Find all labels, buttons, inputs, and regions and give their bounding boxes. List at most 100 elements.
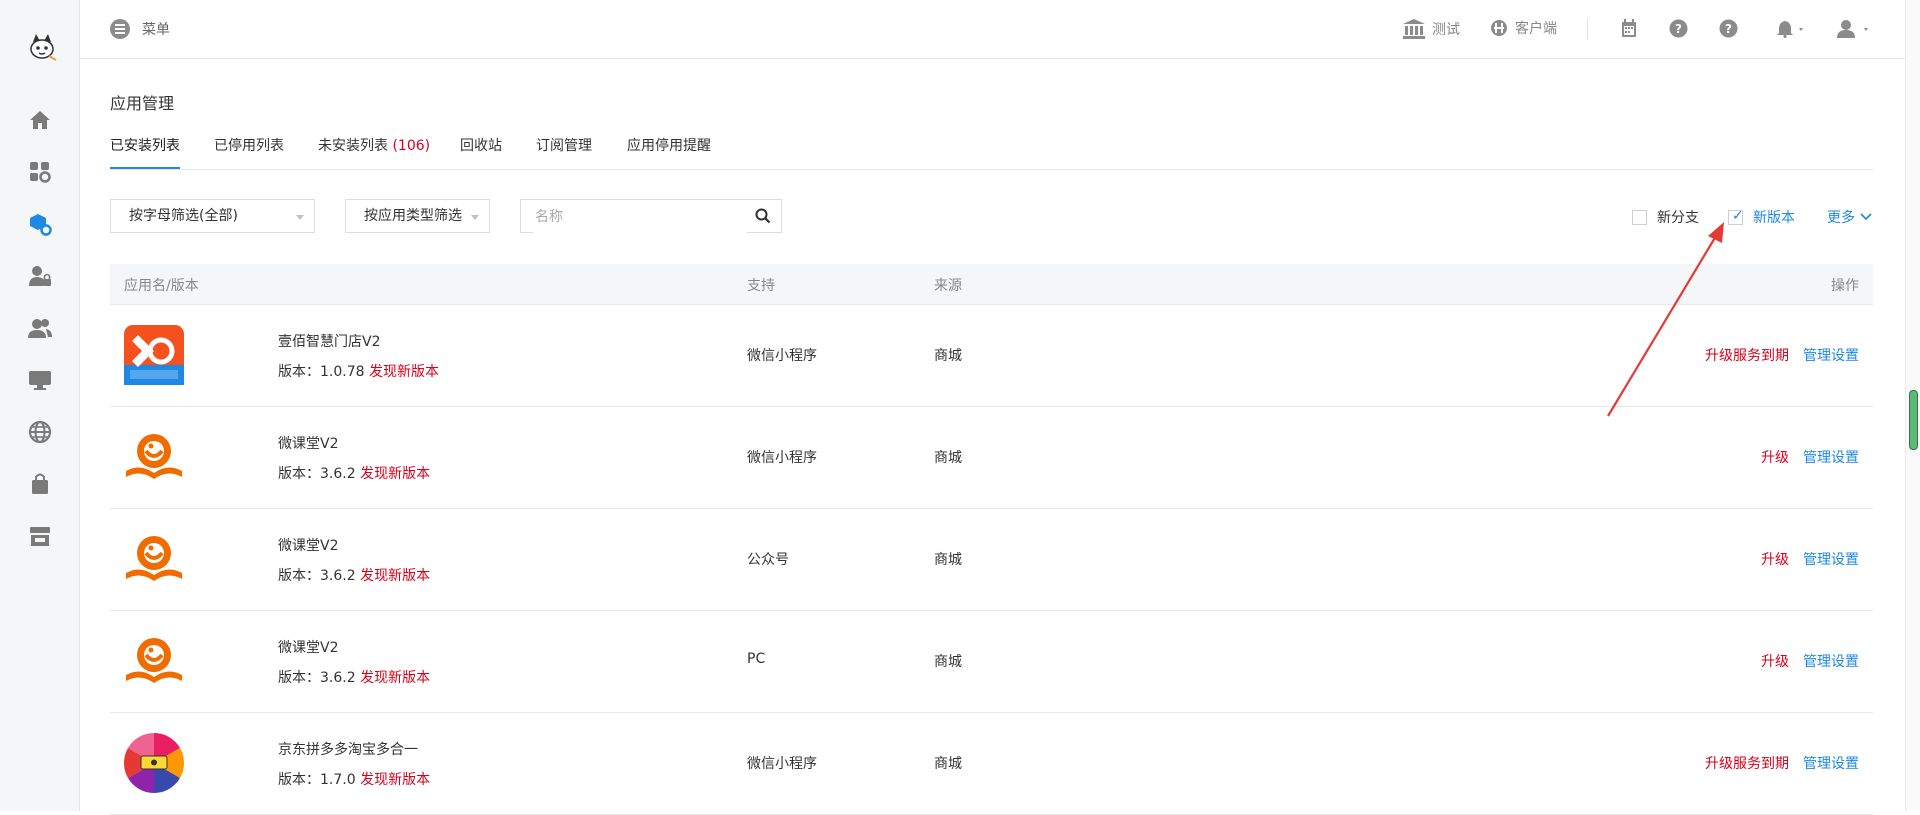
client-link[interactable]: 客户端	[1490, 18, 1557, 38]
store-icon[interactable]	[27, 523, 53, 549]
version-number: 3.6.2	[320, 466, 356, 482]
version-prefix: 版本：	[278, 772, 320, 788]
app-name: 微课堂V2	[278, 640, 339, 656]
more-dropdown[interactable]: 更多	[1827, 207, 1873, 227]
app-source: 商城	[934, 756, 962, 772]
upgrade-button[interactable]: 升级服务到期	[1705, 345, 1789, 365]
tab-disabled[interactable]: 已停用列表	[214, 135, 284, 167]
chevron-down-icon	[1860, 213, 1872, 221]
version-number: 3.6.2	[320, 670, 356, 686]
monitor-icon[interactable]	[27, 367, 53, 393]
tab-disable-reminder[interactable]: 应用停用提醒	[627, 135, 711, 167]
upgrade-button[interactable]: 升级	[1761, 651, 1789, 671]
shopping-bag-icon[interactable]	[27, 471, 53, 497]
manage-settings-button[interactable]: 管理设置	[1803, 651, 1859, 671]
more-label: 更多	[1827, 210, 1855, 226]
select-value: 按应用类型筛选	[364, 208, 462, 224]
search-icon[interactable]	[755, 208, 771, 224]
table-row: 微课堂V2 版本：3.6.2 发现新版本 微信小程序 商城 升级 管理设置	[110, 407, 1873, 509]
column-header-support: 支持	[747, 278, 775, 294]
page-scrollbar[interactable]	[1905, 0, 1920, 811]
version-number: 3.6.2	[320, 568, 356, 584]
tab-subscriptions[interactable]: 订阅管理	[536, 135, 592, 167]
version-prefix: 版本：	[278, 466, 320, 482]
micro-class-icon[interactable]	[124, 529, 184, 589]
tab-label: 已安装列表	[110, 138, 180, 154]
version-prefix: 版本：	[278, 364, 320, 380]
tab-label: 订阅管理	[536, 138, 592, 154]
app-source: 商城	[934, 654, 962, 670]
column-header-name: 应用名/版本	[124, 278, 199, 294]
tab-label: 未安装列表	[318, 138, 388, 154]
version-line: 版本：1.7.0 发现新版本	[278, 769, 430, 789]
app-name: 京东拼多多淘宝多合一	[278, 742, 418, 758]
micro-class-icon[interactable]	[124, 631, 184, 691]
new-version-checkbox[interactable]: ✓	[1728, 208, 1744, 225]
manage-settings-button[interactable]: 管理设置	[1803, 447, 1859, 467]
installed-apps-table: 应用名/版本 支持 来源 操作 壹佰智慧门店V2 版本：1.0.78 发现新版本…	[110, 264, 1873, 815]
apps-settings-icon[interactable]	[27, 159, 53, 185]
support-platform: 微信小程序	[747, 450, 817, 466]
micro-class-icon[interactable]	[124, 427, 184, 487]
version-line: 版本：3.6.2 发现新版本	[278, 565, 430, 585]
version-prefix: 版本：	[278, 568, 320, 584]
home-icon[interactable]	[27, 107, 53, 133]
tab-bar: 已安装列表 已停用列表 未安装列表 (106) 回收站 订阅管理 应用停用提醒	[110, 135, 1873, 170]
manage-settings-button[interactable]: 管理设置	[1803, 345, 1859, 365]
tab-recycle-bin[interactable]: 回收站	[460, 135, 502, 167]
users-icon[interactable]	[27, 315, 53, 341]
row-actions: 升级 管理设置	[1761, 549, 1859, 569]
upgrade-button[interactable]: 升级	[1761, 549, 1789, 569]
app-name: 微课堂V2	[278, 538, 339, 554]
support-platform: 微信小程序	[747, 756, 817, 772]
multi-mall-icon[interactable]	[124, 733, 184, 793]
logo-icon[interactable]	[25, 30, 59, 64]
upgrade-button[interactable]: 升级服务到期	[1705, 753, 1789, 773]
row-actions: 升级 管理设置	[1761, 447, 1859, 467]
upgrade-button[interactable]: 升级	[1761, 447, 1789, 467]
tab-label: 已停用列表	[214, 138, 284, 154]
user-avatar-icon[interactable]	[1837, 19, 1873, 39]
new-version-toggle[interactable]: ✓ 新版本	[1728, 207, 1795, 227]
tab-not-installed[interactable]: 未安装列表 (106)	[318, 135, 430, 167]
new-branch-toggle[interactable]: 新分支	[1632, 207, 1699, 227]
table-header: 应用名/版本 支持 来源 操作	[110, 264, 1873, 305]
menu-label: 菜单	[142, 22, 170, 38]
search-input[interactable]	[533, 201, 747, 233]
smart-store-icon[interactable]	[124, 325, 184, 385]
scrollbar-thumb[interactable]	[1909, 390, 1918, 450]
row-actions: 升级 管理设置	[1761, 651, 1859, 671]
support-platform: 微信小程序	[747, 348, 817, 364]
manage-settings-button[interactable]: 管理设置	[1803, 753, 1859, 773]
type-filter-select[interactable]: 按应用类型筛选	[345, 199, 490, 233]
notification-bell-icon[interactable]	[1777, 20, 1807, 38]
new-version-link[interactable]: 发现新版本	[360, 670, 430, 686]
new-branch-checkbox[interactable]	[1632, 209, 1647, 225]
new-version-link[interactable]: 发现新版本	[360, 466, 430, 482]
header-divider	[1587, 18, 1588, 40]
version-line: 版本：1.0.78 发现新版本	[278, 361, 439, 381]
bank-icon	[1403, 19, 1425, 39]
user-lock-icon[interactable]	[27, 263, 53, 289]
svg-text:?: ?	[1725, 22, 1732, 36]
new-version-link[interactable]: 发现新版本	[360, 772, 430, 788]
tab-label: 应用停用提醒	[627, 138, 711, 154]
faq-icon[interactable]: ?	[1719, 19, 1738, 38]
letter-filter-select[interactable]: 按字母筛选(全部)	[110, 199, 315, 233]
manage-settings-button[interactable]: 管理设置	[1803, 549, 1859, 569]
help-icon[interactable]: ?	[1669, 19, 1688, 38]
table-row: 微课堂V2 版本：3.6.2 发现新版本 公众号 商城 升级 管理设置	[110, 509, 1873, 611]
env-switch[interactable]: 测试	[1402, 18, 1460, 40]
tab-installed[interactable]: 已安装列表	[110, 135, 180, 169]
menu-toggle[interactable]: 菜单	[110, 19, 170, 39]
table-row: 壹佰智慧门店V2 版本：1.0.78 发现新版本 微信小程序 商城 升级服务到期…	[110, 305, 1873, 407]
new-version-link[interactable]: 发现新版本	[369, 364, 439, 380]
globe-icon[interactable]	[27, 419, 53, 445]
support-platform: 公众号	[747, 552, 789, 568]
chevron-down-icon	[471, 215, 479, 220]
app-manage-icon[interactable]	[27, 211, 53, 237]
calendar-icon[interactable]	[1621, 19, 1637, 38]
tab-label: 回收站	[460, 138, 502, 154]
table-row: 微课堂V2 版本：3.6.2 发现新版本 PC 商城 升级 管理设置	[110, 611, 1873, 713]
new-version-link[interactable]: 发现新版本	[360, 568, 430, 584]
